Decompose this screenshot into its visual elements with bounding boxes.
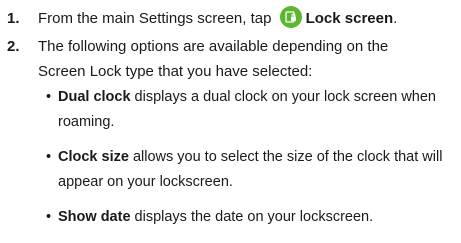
bullet-marker: • <box>46 89 52 105</box>
bullet-desc-cont: appear on your lockscreen. <box>58 174 233 190</box>
step-number: 1. <box>7 10 20 27</box>
step-number: 2. <box>7 38 20 55</box>
bullet-desc: allows you to select the size of the clo… <box>128 149 443 165</box>
bullet-desc: displays a dual clock on your lock scree… <box>130 89 436 105</box>
lock-screen-label: Lock screen <box>305 10 394 27</box>
step-text: From the main Settings screen, tap Lock … <box>38 6 397 31</box>
bullet-term: Dual clock <box>58 89 131 105</box>
bullet-desc: displays the date on your lockscreen. <box>130 209 374 225</box>
bullet-term: Show date <box>58 209 131 225</box>
bullet-marker: • <box>46 209 52 225</box>
bullet-text: Show date displays the date on your lock… <box>58 205 373 230</box>
bullet-text: Clock size allows you to select the size… <box>58 145 442 170</box>
step-text-after: . <box>393 10 398 27</box>
bullet-text: Dual clock displays a dual clock on your… <box>58 85 436 110</box>
lock-screen-settings-icon <box>279 6 302 28</box>
step-text-line2: Screen Lock type that you have selected: <box>38 63 313 80</box>
bullet-term: Clock size <box>58 149 129 165</box>
step-text-line1: The following options are available depe… <box>38 38 389 55</box>
instructions-page: 1. From the main Settings screen, tap Lo… <box>0 0 461 243</box>
step-text-before: From the main Settings screen, tap <box>38 10 272 27</box>
bullet-marker: • <box>46 149 52 165</box>
bullet-desc-cont: roaming. <box>58 114 115 130</box>
